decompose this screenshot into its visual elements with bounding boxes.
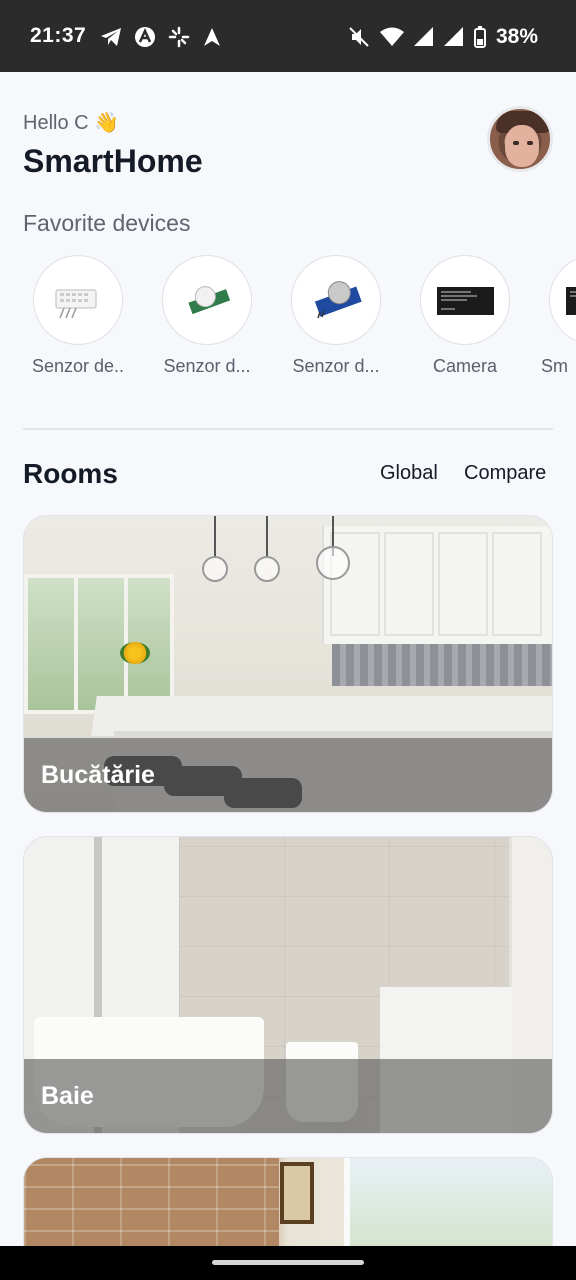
battery-level: 38% — [495, 25, 538, 48]
page-title: SmartHome — [23, 143, 203, 179]
cabinet-decor — [322, 526, 552, 644]
room-name: Baie — [41, 1082, 94, 1110]
window-mullion — [74, 578, 78, 710]
room-image — [24, 574, 174, 714]
telegram-icon — [101, 28, 121, 46]
pinwheel-icon — [168, 26, 190, 48]
favorite-device[interactable]: Camera — [410, 255, 520, 377]
avatar-eye — [527, 141, 533, 145]
mute-icon — [349, 27, 369, 47]
gas-sensor-icon — [291, 255, 381, 345]
app-a-icon — [135, 27, 155, 47]
greeting-text: Hello C 👋 — [23, 112, 120, 134]
navigation-icon — [204, 28, 220, 46]
camera-screen-icon — [420, 255, 510, 345]
pendant-lamp — [266, 516, 268, 556]
room-name: Bucătărie — [41, 761, 155, 789]
room-card-bathroom[interactable]: Baie — [23, 836, 553, 1134]
favorites-title: Favorite devices — [23, 210, 191, 236]
favorite-label: Senzor d... — [163, 356, 251, 376]
picture-frame — [280, 1162, 314, 1224]
divider — [23, 428, 553, 430]
room-card-kitchen[interactable]: Bucătărie — [23, 515, 553, 813]
status-bar: 21:37 38% — [0, 0, 576, 72]
pendant-bulb — [202, 556, 228, 582]
wifi-icon — [379, 27, 404, 46]
system-icons: 38% — [348, 24, 538, 50]
smart-screen-icon — [549, 255, 576, 345]
room-label-bar — [24, 1059, 552, 1133]
favorite-device[interactable]: Senzor d... — [281, 255, 391, 377]
status-time: 21:37 — [30, 24, 87, 47]
flowers-decor — [120, 642, 150, 664]
favorites-list[interactable]: Senzor de.. Senzor d... Senzor d... Came… — [23, 255, 576, 385]
home-gesture-handle[interactable] — [212, 1260, 364, 1265]
avatar[interactable] — [487, 106, 553, 172]
humidity-sensor-icon — [33, 255, 123, 345]
cabinet-door — [492, 532, 542, 636]
favorite-label: Sm — [541, 356, 568, 376]
signal-icon — [413, 27, 433, 46]
rooms-title: Rooms — [23, 458, 118, 489]
compare-button[interactable]: Compare — [464, 462, 546, 485]
battery-icon — [473, 26, 486, 48]
pendant-lamp — [214, 516, 216, 556]
signal-icon — [443, 27, 463, 46]
pendant-bulb — [254, 556, 280, 582]
favorite-device[interactable]: Senzor de.. — [23, 255, 133, 377]
cabinet-door — [438, 532, 488, 636]
cabinet-door — [384, 532, 434, 636]
favorite-label: Senzor de.. — [31, 356, 125, 376]
navigation-bar — [0, 1246, 576, 1280]
favorite-label: Senzor d... — [292, 356, 380, 376]
notification-icons — [100, 24, 222, 50]
counter-decor — [91, 696, 552, 736]
favorite-label: Camera — [432, 356, 498, 376]
avatar-face — [505, 125, 539, 167]
motion-sensor-icon — [162, 255, 252, 345]
backsplash-decor — [332, 644, 552, 686]
pendant-bulb — [316, 546, 350, 580]
avatar-eye — [513, 141, 519, 145]
global-button[interactable]: Global — [380, 462, 438, 485]
favorite-device[interactable]: Sm — [539, 255, 576, 377]
favorite-device[interactable]: Senzor d... — [152, 255, 262, 377]
